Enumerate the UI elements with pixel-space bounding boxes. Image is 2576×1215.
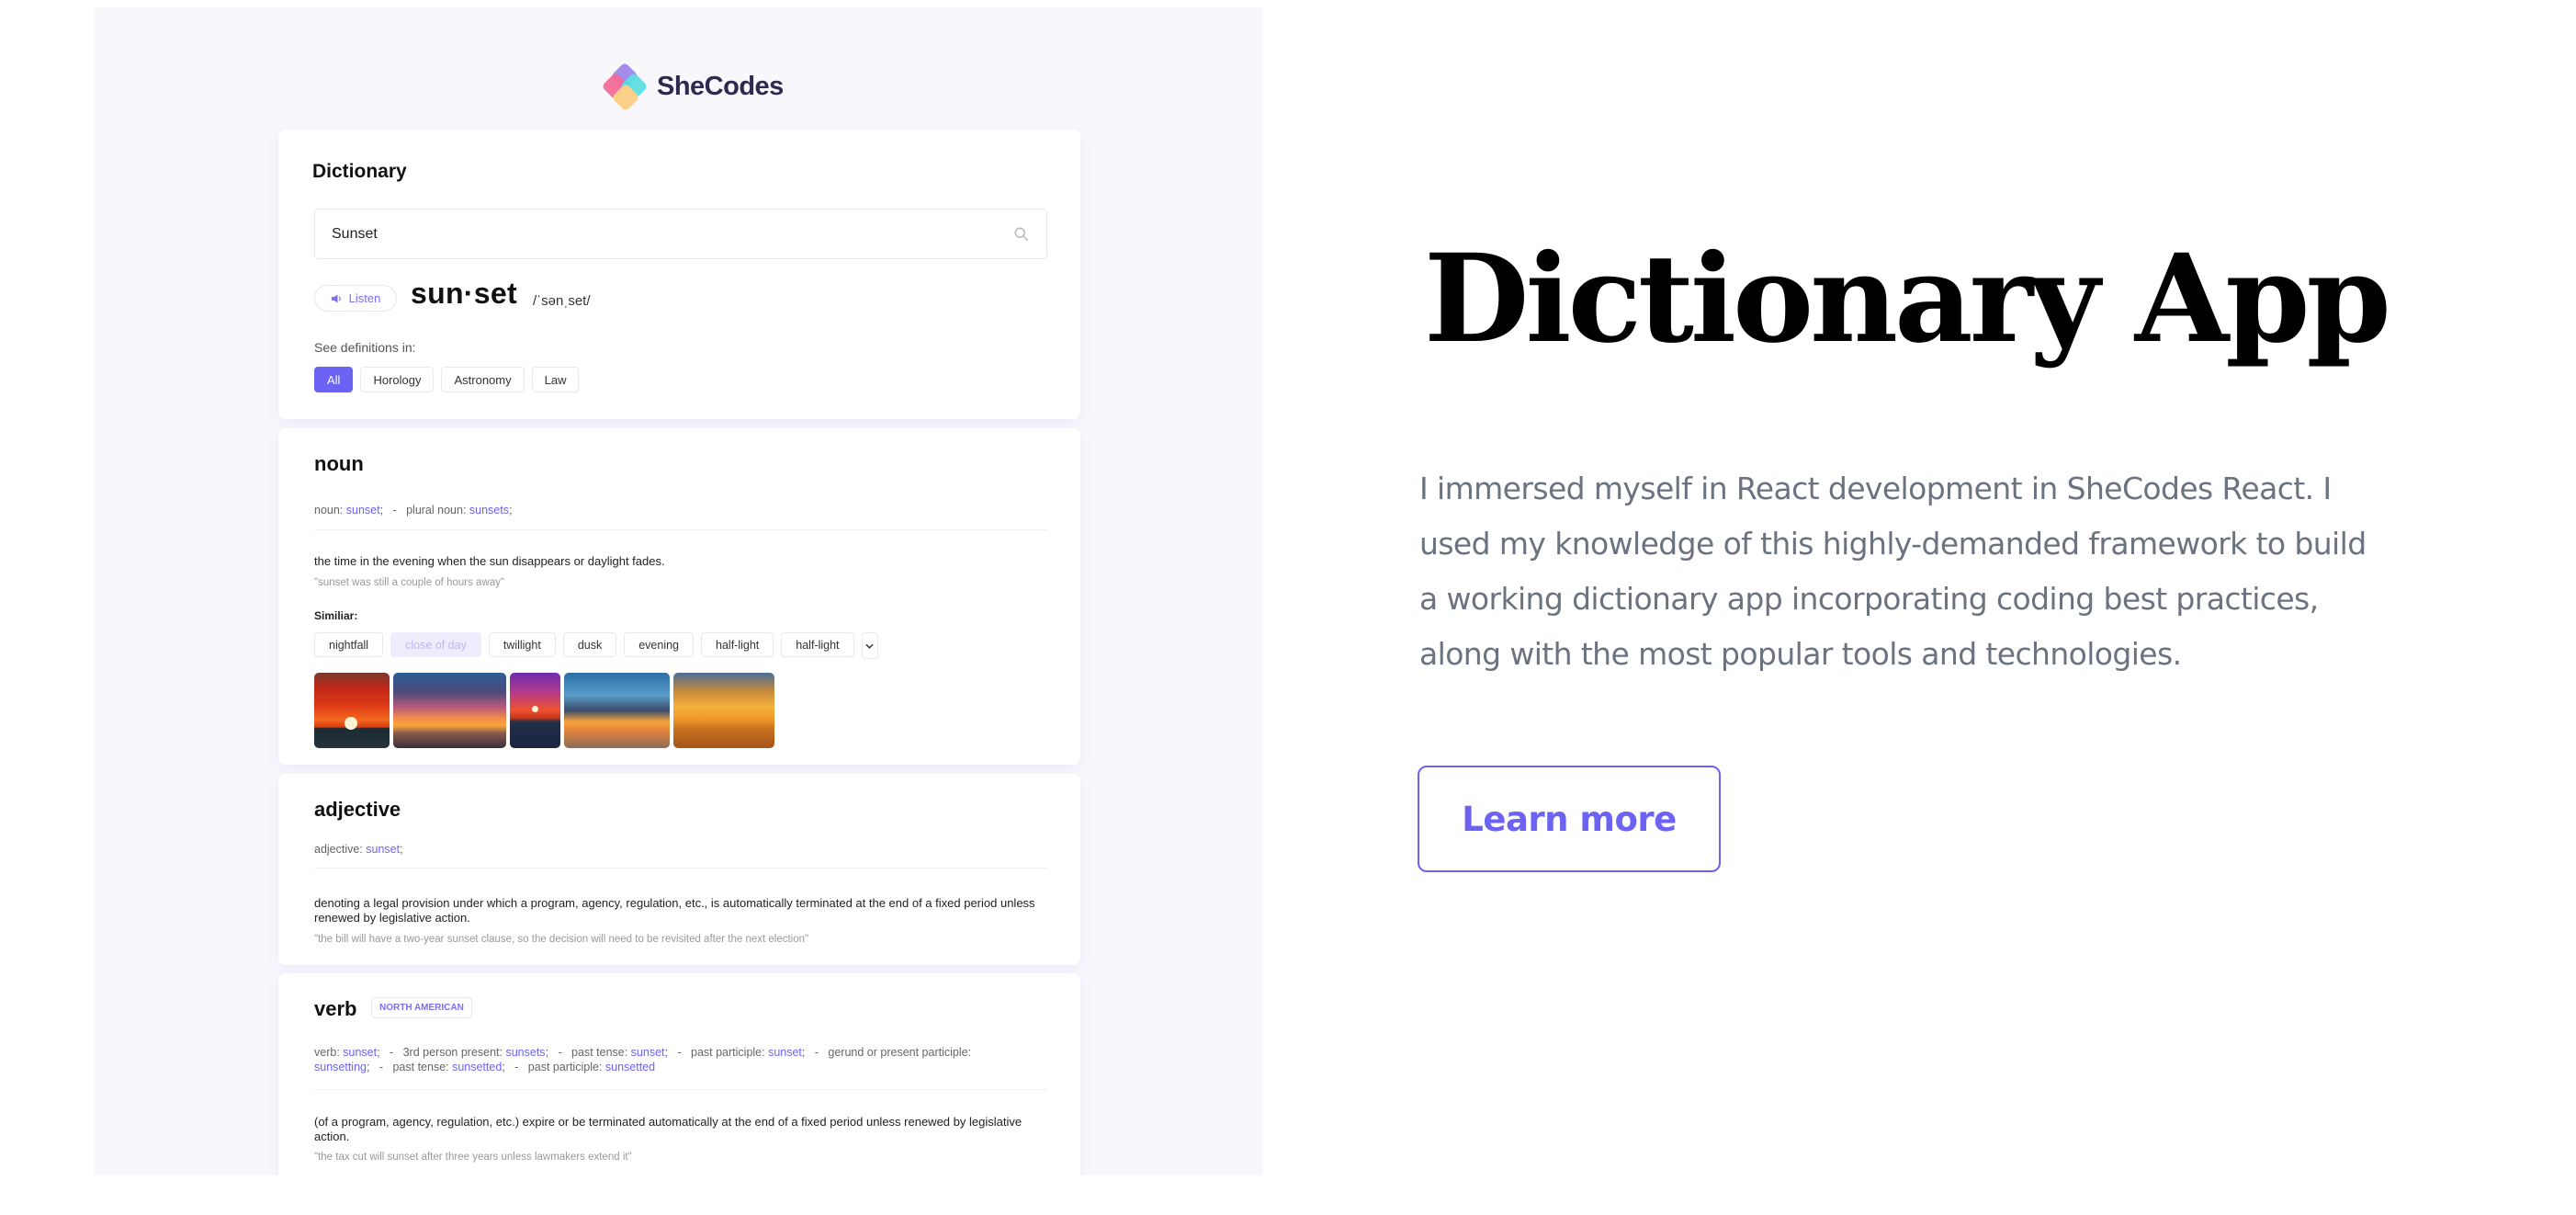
- form-label: past tense:: [571, 1046, 631, 1059]
- learn-more-button[interactable]: Learn more: [1418, 766, 1721, 872]
- similar-chip[interactable]: nightfall: [314, 632, 384, 657]
- form-label: past tense:: [392, 1061, 453, 1073]
- part-of-speech-noun: noun: [314, 452, 364, 475]
- verb-card: verb NORTH AMERICAN verb: sunset; - 3rd …: [278, 973, 1080, 1175]
- form-link[interactable]: sunset: [366, 843, 400, 856]
- show-more-button[interactable]: [861, 632, 878, 659]
- noun-forms: noun: sunset; - plural noun: sunsets;: [314, 504, 513, 517]
- form-link[interactable]: sunsets: [469, 504, 509, 517]
- form-label: 3rd person present:: [402, 1046, 506, 1059]
- form-link[interactable]: sunset: [631, 1046, 665, 1059]
- sunset-image[interactable]: [673, 673, 774, 748]
- similar-chip[interactable]: close of day: [390, 632, 481, 657]
- headword: sun·set: [411, 277, 517, 310]
- similar-label: Similiar:: [314, 609, 358, 622]
- category-chip-all[interactable]: All: [314, 367, 354, 392]
- sunset-image[interactable]: [510, 673, 560, 748]
- search-box[interactable]: [314, 209, 1047, 259]
- noun-definition: the time in the evening when the sun dis…: [314, 554, 665, 568]
- verb-forms: verb: sunset; - 3rd person present: suns…: [314, 1046, 972, 1073]
- part-of-speech-adjective: adjective: [314, 798, 401, 821]
- form-link[interactable]: sunsetted: [605, 1061, 655, 1073]
- search-card: Dictionary Listen sun·set /ˈsənˌset/ See…: [278, 130, 1080, 419]
- listen-button[interactable]: Listen: [314, 285, 397, 312]
- form-label: past participle:: [527, 1061, 605, 1073]
- divider: [314, 868, 1047, 869]
- similar-chips: nightfall close of day twillight dusk ev…: [314, 632, 878, 659]
- similar-chip[interactable]: dusk: [562, 632, 617, 657]
- search-input[interactable]: [332, 225, 1013, 243]
- see-definitions-label: See definitions in:: [314, 340, 416, 355]
- form-label: adjective:: [314, 843, 367, 856]
- region-tag: NORTH AMERICAN: [371, 997, 472, 1018]
- adjective-forms: adjective: sunset;: [314, 843, 403, 856]
- part-of-speech-verb: verb: [314, 997, 357, 1020]
- similar-chip[interactable]: evening: [624, 632, 695, 657]
- category-chip-horology[interactable]: Horology: [360, 367, 435, 392]
- shecodes-logo-icon: [600, 61, 651, 112]
- form-label: noun:: [314, 504, 346, 517]
- form-link[interactable]: sunsetting: [314, 1061, 367, 1073]
- search-icon[interactable]: [1013, 226, 1030, 243]
- image-gallery: [314, 673, 774, 748]
- form-link[interactable]: sunset: [768, 1046, 802, 1059]
- hero-title: Dictionary App: [1424, 228, 2391, 370]
- sunset-image[interactable]: [564, 673, 670, 748]
- listen-label: Listen: [348, 291, 381, 305]
- form-link[interactable]: sunset: [346, 504, 380, 517]
- category-chip-astronomy[interactable]: Astronomy: [441, 367, 525, 392]
- form-link[interactable]: sunsets: [505, 1046, 545, 1059]
- app-preview-panel: SheCodes Dictionary Listen sun·set /ˈsən…: [95, 7, 1263, 1175]
- category-chips: All Horology Astronomy Law: [314, 367, 580, 392]
- form-label: gerund or present participle:: [828, 1046, 972, 1059]
- verb-example: "the tax cut will sunset after three yea…: [314, 1152, 632, 1163]
- adjective-card: adjective adjective: sunset; denoting a …: [278, 774, 1080, 965]
- sunset-image[interactable]: [393, 673, 506, 748]
- form-link[interactable]: sunset: [343, 1046, 377, 1059]
- form-link[interactable]: sunsetted: [452, 1061, 502, 1073]
- adjective-example: "the bill will have a two-year sunset cl…: [314, 934, 809, 945]
- brand-name: SheCodes: [657, 71, 784, 101]
- hero-description: I immersed myself in React development i…: [1419, 471, 2367, 672]
- speaker-icon: [331, 293, 341, 303]
- shecodes-logo: SheCodes: [600, 61, 784, 112]
- verb-definition: (of a program, agency, regulation, etc.)…: [314, 1115, 1022, 1143]
- chevron-down-icon: [865, 643, 874, 649]
- similar-chip[interactable]: half-light: [781, 632, 854, 657]
- form-label: plural noun:: [406, 504, 469, 517]
- dictionary-title: Dictionary: [312, 161, 407, 182]
- category-chip-law[interactable]: Law: [531, 367, 580, 392]
- noun-card: noun noun: sunset; - plural noun: sunset…: [278, 428, 1080, 765]
- noun-example: "sunset was still a couple of hours away…: [314, 577, 504, 588]
- sunset-image[interactable]: [314, 673, 390, 748]
- form-label: past participle:: [691, 1046, 769, 1059]
- divider: [314, 1089, 1047, 1090]
- divider: [314, 529, 1047, 530]
- adjective-definition: denoting a legal provision under which a…: [314, 896, 1035, 925]
- pronunciation: /ˈsənˌset/: [533, 293, 591, 309]
- similar-chip[interactable]: twillight: [488, 632, 556, 657]
- similar-chip[interactable]: half-light: [701, 632, 774, 657]
- form-label: verb:: [314, 1046, 344, 1059]
